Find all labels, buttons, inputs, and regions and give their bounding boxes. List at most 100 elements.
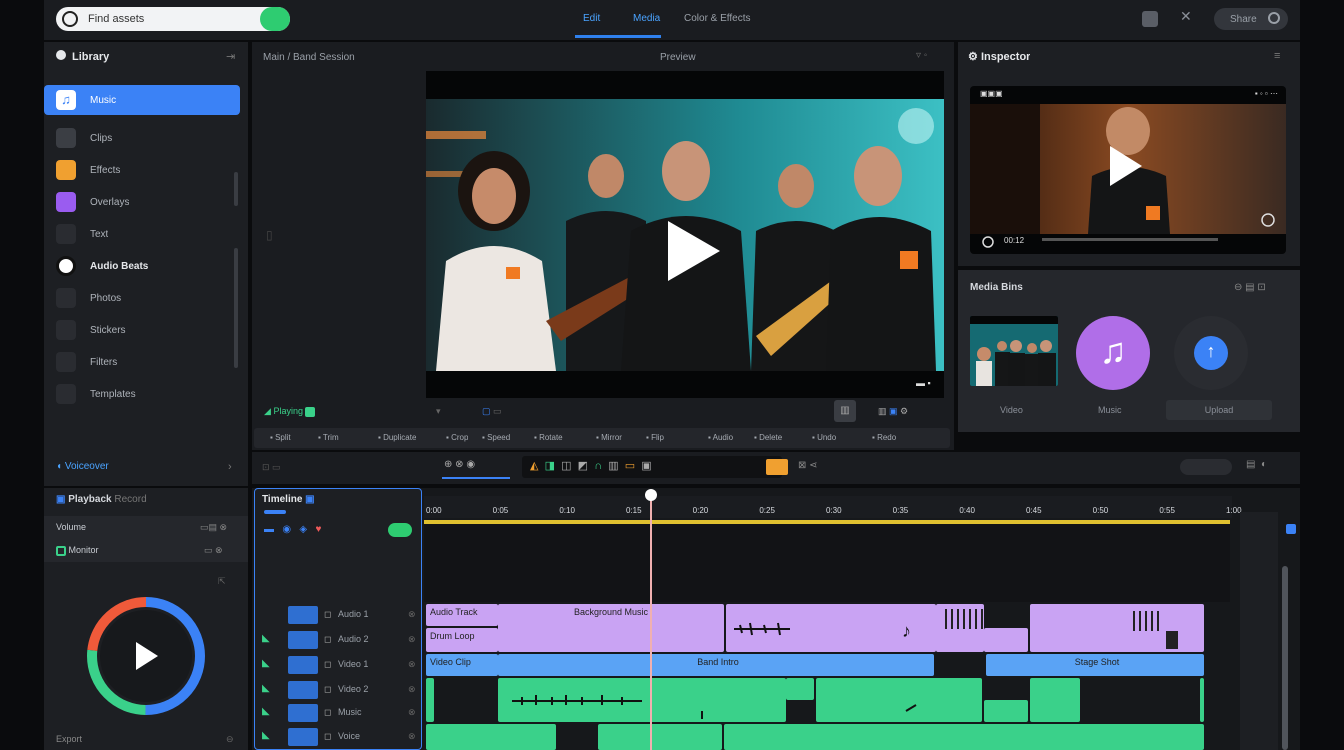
track-header-audio-1[interactable]: ◻ Audio 1 ⊗ — [262, 606, 418, 624]
toolbar-mirror-button[interactable]: ▪ Mirror — [596, 433, 622, 442]
loop-icon[interactable]: ▢ ▭ — [482, 406, 502, 417]
track-header-audio-2[interactable]: ◣ ◻ Audio 2 ⊗ — [262, 631, 418, 649]
track-header-video-1[interactable]: ◣ ◻ Video 1 ⊗ — [262, 656, 418, 674]
track-mute-icon[interactable]: ◻ — [324, 731, 331, 742]
playhead[interactable] — [650, 494, 652, 750]
layout-icons[interactable]: ▥ ▣ ⚙ — [878, 406, 908, 417]
link-icon[interactable]: ▥ — [608, 460, 618, 472]
toolbar-crop-button[interactable]: ▪ Crop — [446, 433, 468, 442]
marker-add-icon[interactable]: ▭ — [625, 460, 635, 472]
track-lock-toggle[interactable] — [288, 704, 318, 722]
toolbar-flip-button[interactable]: ▪ Flip — [646, 433, 664, 442]
track-toggle[interactable] — [388, 523, 412, 537]
track-mute-icon[interactable]: ◻ — [324, 707, 331, 718]
track-visibility-icon[interactable]: ◣ — [262, 683, 270, 694]
tab-media[interactable]: Media — [633, 13, 660, 24]
fullscreen-icon[interactable]: ▬ ▪ — [916, 378, 931, 388]
track-lock-toggle[interactable] — [288, 631, 318, 649]
track-mute-icon[interactable]: ◻ — [324, 609, 331, 620]
settings-icon[interactable]: ✕ — [1180, 8, 1196, 24]
tab-edit[interactable]: Edit — [583, 13, 600, 24]
track-lock-toggle[interactable] — [288, 656, 318, 674]
toolbar-duplicate-button[interactable]: ▪ Duplicate — [378, 433, 416, 442]
clip-green-e[interactable] — [1030, 678, 1080, 722]
inspector-preview[interactable]: ▣▣▣ ▪ ◦ ▫ ⋯ 00:12 — [970, 86, 1286, 254]
upload-bin[interactable]: ↑ — [1174, 316, 1248, 390]
track-visibility-icon[interactable]: ◣ — [262, 633, 270, 644]
track-options-icon[interactable]: ⊗ — [408, 707, 416, 718]
menu-icon[interactable]: ≡ — [1274, 50, 1280, 62]
track-options-icon[interactable]: ⊗ — [408, 659, 416, 670]
track-visibility-icon[interactable]: ◣ — [262, 706, 270, 717]
track-mute-icon[interactable]: ◻ — [324, 684, 331, 695]
viewer-tab[interactable]: Preview — [660, 52, 696, 63]
sidebar-item-effects[interactable]: Effects — [56, 160, 236, 180]
clip-music-wave[interactable]: ♪ — [726, 604, 936, 652]
upload-icon[interactable]: ↑ — [1194, 336, 1228, 370]
toolbar-redo-button[interactable]: ▪ Redo — [872, 433, 896, 442]
clip-voice-a[interactable] — [426, 724, 556, 750]
search-go-button[interactable] — [260, 7, 290, 31]
track-options-icon[interactable]: ⊗ — [408, 609, 416, 620]
save-icon[interactable] — [1142, 11, 1158, 27]
preview-controls-icon[interactable]: ▪ ◦ ▫ ⋯ — [1255, 89, 1278, 98]
clip-video-1[interactable]: Video Clip — [426, 654, 498, 676]
grid-view-button[interactable]: ▥ — [834, 400, 856, 422]
heart-icon[interactable]: ♥ — [315, 524, 321, 535]
sidebar-item-overlays[interactable]: Overlays — [56, 192, 236, 212]
track-options-icon[interactable]: ⊗ — [408, 634, 416, 645]
collapse-sidebar-icon[interactable]: ⇥ — [226, 50, 235, 63]
clip-music-d[interactable] — [1030, 604, 1204, 652]
audio-track-icon[interactable]: ◉ — [282, 524, 291, 535]
video-preview[interactable] — [426, 71, 944, 398]
clip-music-c[interactable] — [984, 628, 1028, 652]
razor-icon[interactable]: ◭ — [530, 460, 538, 472]
fx-track-icon[interactable]: ◈ — [299, 524, 307, 535]
clip-green-f[interactable] — [1200, 678, 1204, 722]
sidebar-item-filters[interactable]: Filters — [56, 352, 236, 372]
music-note-icon[interactable]: ♫ — [1076, 316, 1150, 390]
monitor-checkbox[interactable] — [56, 545, 66, 556]
export-label[interactable]: Export — [56, 734, 82, 744]
clip-green-wave[interactable] — [498, 678, 786, 722]
playhead-handle[interactable] — [645, 489, 657, 501]
timeline-zoom-icon[interactable]: ⊡ ▭ — [262, 462, 281, 473]
chevron-right-icon[interactable]: › — [228, 461, 232, 473]
toolbar-trim-button[interactable]: ▪ Trim — [318, 433, 339, 442]
track-header-video-2[interactable]: ◣ ◻ Video 2 ⊗ — [262, 681, 418, 699]
video-track-icon[interactable]: ▬ — [264, 524, 274, 535]
export-icon[interactable]: ⊖ — [226, 734, 234, 745]
sidebar-item-stickers[interactable]: Stickers — [56, 320, 236, 340]
track-visibility-icon[interactable]: ◣ — [262, 730, 270, 741]
clip-band-intro[interactable]: Band Intro — [498, 654, 934, 676]
highlight-tool-button[interactable] — [766, 459, 788, 475]
timeline-scrollbar[interactable] — [1282, 566, 1288, 750]
marker-icon[interactable]: ▾ — [436, 406, 441, 417]
timeline-settings-icon[interactable]: ▤ ◐ — [1246, 459, 1267, 470]
drag-handle-icon[interactable]: ▯ — [266, 228, 273, 242]
track-options-icon[interactable]: ⊗ — [408, 731, 416, 742]
share-button[interactable]: Share — [1214, 8, 1288, 30]
expand-icon[interactable]: ⇱ — [218, 576, 226, 587]
ripple-icon[interactable]: ◨ — [545, 460, 555, 472]
timeline-tools[interactable]: ◭ ◨ ◫ ◩ ∩ ▥ ▭ ▣ — [530, 459, 652, 472]
sidebar-item-clips[interactable]: Clips — [56, 128, 236, 148]
magnet-icon[interactable]: ∩ — [594, 460, 602, 472]
voiceover-link[interactable]: ◖ Voiceover — [56, 461, 109, 472]
toolbar-speed-button[interactable]: ▪ Speed — [482, 433, 510, 442]
upload-button[interactable]: Upload — [1166, 400, 1272, 420]
timeline-tool-select[interactable]: ⊕ ⊗ ◉ — [444, 459, 475, 470]
sidebar-scrollbar[interactable] — [234, 172, 238, 206]
playback-ring[interactable] — [84, 594, 208, 718]
track-options-icon[interactable]: ⊗ — [408, 684, 416, 695]
media-thumb-video[interactable] — [970, 316, 1058, 386]
zoom-slider[interactable] — [1180, 459, 1232, 475]
sidebar-item-text[interactable]: Text — [56, 224, 236, 244]
viewer-options-icon[interactable]: ▿ ◦ — [916, 50, 927, 61]
record-label[interactable]: Record — [114, 494, 146, 505]
sidebar-item-music[interactable]: ♫ Music — [56, 90, 236, 110]
clip-green-b[interactable] — [786, 678, 814, 700]
tab-color-effects[interactable]: Color & Effects — [684, 13, 751, 24]
toolbar-undo-button[interactable]: ▪ Undo — [812, 433, 836, 442]
crop-icon[interactable]: ▣ — [641, 460, 651, 472]
